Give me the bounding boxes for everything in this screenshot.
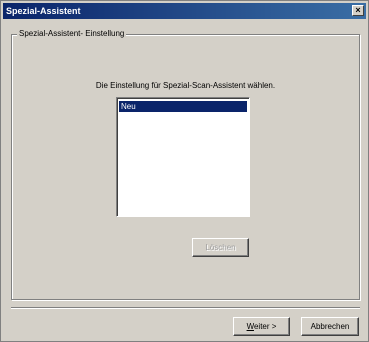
groupbox-label: Spezial-Assistent- Einstellung — [17, 28, 127, 40]
settings-listbox[interactable]: Neu — [116, 97, 250, 217]
title-bar[interactable]: Spezial-Assistent × — [3, 3, 366, 19]
instruction-text: Die Einstellung für Spezial-Scan-Assiste… — [95, 81, 276, 90]
cancel-button[interactable]: Abbrechen — [301, 317, 359, 336]
dialog-window: Spezial-Assistent × Spezial-Assistent- E… — [0, 0, 369, 342]
window-title: Spezial-Assistent — [6, 6, 81, 16]
delete-button[interactable]: Löschen — [192, 238, 249, 257]
next-button[interactable]: Weiter > — [233, 317, 290, 336]
next-button-label: eiter > — [253, 322, 277, 331]
list-item[interactable]: Neu — [119, 101, 247, 112]
next-button-mnemonic: W — [246, 322, 254, 331]
close-icon[interactable]: × — [352, 5, 364, 16]
separator — [11, 307, 360, 309]
